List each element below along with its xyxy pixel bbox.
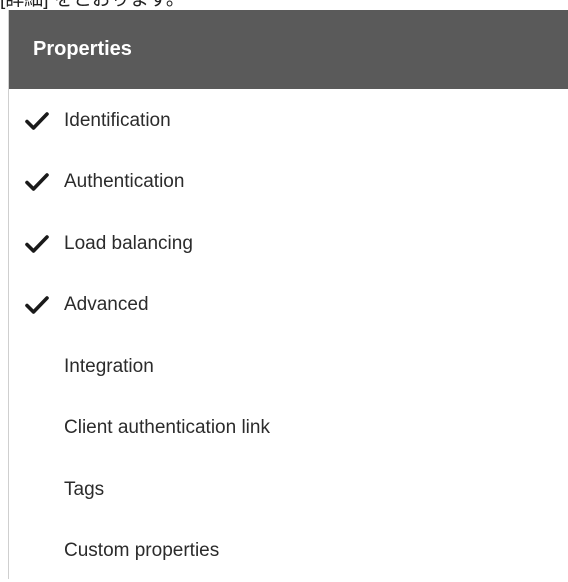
panel-header: Properties	[9, 10, 568, 89]
cropped-top-text: [詳細] をとおります。	[0, 0, 568, 10]
panel-title: Properties	[33, 38, 132, 61]
nav-item-client-authentication-link[interactable]: Client authentication link	[9, 398, 568, 460]
nav-item-identification[interactable]: Identification	[9, 90, 568, 152]
nav-item-label: Authentication	[64, 171, 184, 193]
checkmark-icon	[25, 295, 49, 315]
nav-item-label: Custom properties	[64, 540, 219, 562]
nav-item-label: Load balancing	[64, 233, 193, 255]
nav-item-custom-properties[interactable]: Custom properties	[9, 521, 568, 582]
nav-item-label: Integration	[64, 356, 154, 378]
nav-item-label: Identification	[64, 110, 171, 132]
nav-item-label: Client authentication link	[64, 417, 270, 439]
nav-item-label: Advanced	[64, 294, 149, 316]
properties-panel: Properties Identification Authentication…	[8, 10, 568, 579]
nav-item-authentication[interactable]: Authentication	[9, 152, 568, 214]
cropped-top-text-label: [詳細] をとおります。	[0, 0, 185, 10]
nav-item-load-balancing[interactable]: Load balancing	[9, 213, 568, 275]
nav-item-tags[interactable]: Tags	[9, 459, 568, 521]
nav-item-advanced[interactable]: Advanced	[9, 275, 568, 337]
nav-item-label: Tags	[64, 479, 104, 501]
checkmark-icon	[25, 111, 49, 131]
checkmark-icon	[25, 234, 49, 254]
properties-nav: Identification Authentication Load balan…	[9, 90, 568, 582]
checkmark-icon	[25, 172, 49, 192]
nav-item-integration[interactable]: Integration	[9, 336, 568, 398]
